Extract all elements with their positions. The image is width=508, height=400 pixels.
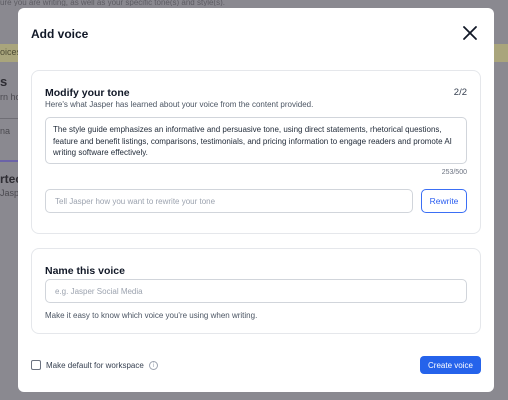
background-subtext-3: Jasp (0, 188, 20, 198)
character-count: 253/500 (441, 169, 467, 176)
tone-description-textarea[interactable]: The style guide emphasizes an informativ… (45, 117, 467, 164)
name-voice-card: Name this voice Make it easy to know whi… (31, 248, 481, 334)
tone-card-subtitle: Here's what Jasper has learned about you… (45, 100, 314, 109)
default-workspace-label[interactable]: Make default for workspace (46, 361, 144, 370)
modify-tone-card: Modify your tone 2/2 Here's what Jasper … (31, 70, 481, 234)
name-card-title: Name this voice (45, 265, 125, 277)
background-accent-line (0, 160, 18, 162)
add-voice-modal: Add voice Modify your tone 2/2 Here's wh… (18, 8, 494, 392)
info-icon[interactable]: i (148, 360, 158, 370)
background-intro-text: ure you are writing, as well as your spe… (0, 0, 225, 6)
default-workspace-checkbox[interactable] (31, 360, 41, 370)
voice-name-input[interactable] (45, 279, 467, 303)
close-button[interactable] (459, 22, 481, 44)
tone-card-title: Modify your tone (45, 87, 130, 99)
step-counter: 2/2 (453, 87, 467, 98)
background-subtext-2: na (0, 126, 11, 136)
name-help-text: Make it easy to know which voice you're … (45, 311, 258, 320)
rewrite-tone-input[interactable] (45, 189, 413, 213)
rewrite-button[interactable]: Rewrite (421, 189, 467, 213)
modal-title: Add voice (31, 27, 89, 41)
background-divider (0, 118, 18, 119)
default-workspace-option: Make default for workspace i (31, 360, 158, 370)
close-icon (463, 26, 477, 40)
create-voice-button[interactable]: Create voice (420, 356, 481, 374)
background-heading: s (0, 74, 8, 89)
